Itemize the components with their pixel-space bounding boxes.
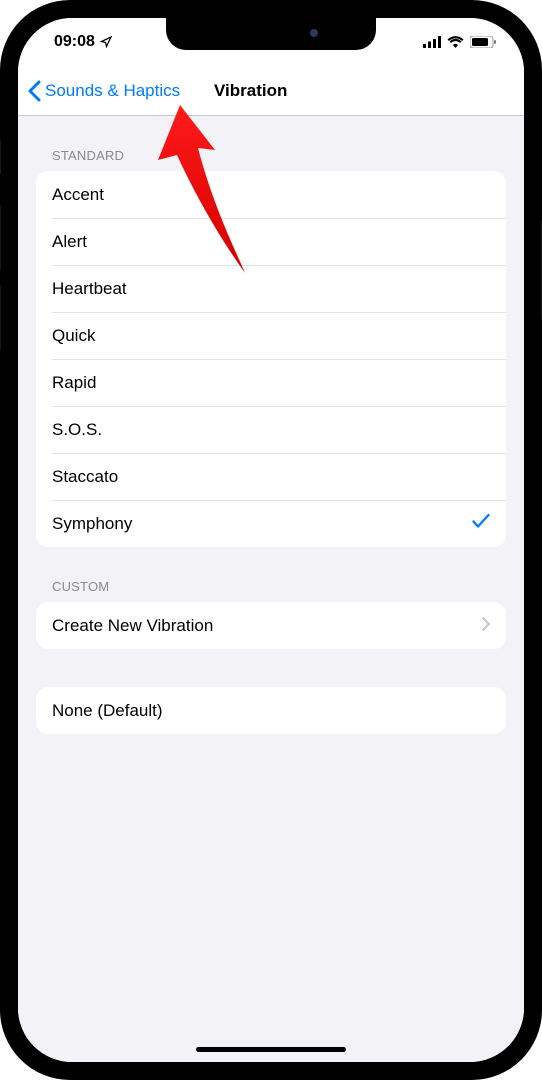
create-new-vibration-button[interactable]: Create New Vibration (36, 602, 506, 649)
vibration-option-rapid[interactable]: Rapid (36, 359, 506, 406)
chevron-right-icon (482, 616, 490, 636)
list-item-label: Rapid (52, 373, 96, 393)
list-item-label: Create New Vibration (52, 616, 213, 636)
list-item-label: S.O.S. (52, 420, 102, 440)
location-icon (100, 36, 112, 48)
vibration-option-staccato[interactable]: Staccato (36, 453, 506, 500)
vibration-option-heartbeat[interactable]: Heartbeat (36, 265, 506, 312)
vibration-option-quick[interactable]: Quick (36, 312, 506, 359)
wifi-icon (447, 36, 464, 48)
vibration-option-none[interactable]: None (Default) (36, 687, 506, 734)
page-title: Vibration (214, 81, 287, 101)
section-header-standard: Standard (36, 116, 506, 171)
section-group-standard: Accent Alert Heartbeat Quick Rapid S.O.S… (36, 171, 506, 547)
back-button[interactable]: Sounds & Haptics (28, 80, 180, 102)
vibration-option-symphony[interactable]: Symphony (36, 500, 506, 547)
vibration-option-accent[interactable]: Accent (36, 171, 506, 218)
battery-icon (470, 36, 496, 48)
section-group-none: None (Default) (36, 687, 506, 734)
time-text: 09:08 (54, 33, 95, 51)
list-item-label: Alert (52, 232, 87, 252)
home-indicator[interactable] (196, 1047, 346, 1052)
list-item-label: Heartbeat (52, 279, 127, 299)
list-item-label: Quick (52, 326, 95, 346)
list-item-label: Staccato (52, 467, 118, 487)
list-item-label: Accent (52, 185, 104, 205)
vibration-option-alert[interactable]: Alert (36, 218, 506, 265)
back-label: Sounds & Haptics (45, 81, 180, 101)
list-item-label: None (Default) (52, 701, 163, 721)
cellular-icon (423, 36, 441, 48)
chevron-left-icon (28, 80, 41, 102)
vibration-option-sos[interactable]: S.O.S. (36, 406, 506, 453)
status-icons (423, 36, 496, 48)
nav-bar: Sounds & Haptics Vibration (18, 66, 524, 116)
section-header-custom: Custom (36, 547, 506, 602)
content-area[interactable]: Standard Accent Alert Heartbeat Quick Ra… (18, 116, 524, 1062)
status-time: 09:08 (54, 33, 112, 51)
section-group-custom: Create New Vibration (36, 602, 506, 649)
list-item-label: Symphony (52, 514, 132, 534)
checkmark-icon (472, 512, 490, 535)
